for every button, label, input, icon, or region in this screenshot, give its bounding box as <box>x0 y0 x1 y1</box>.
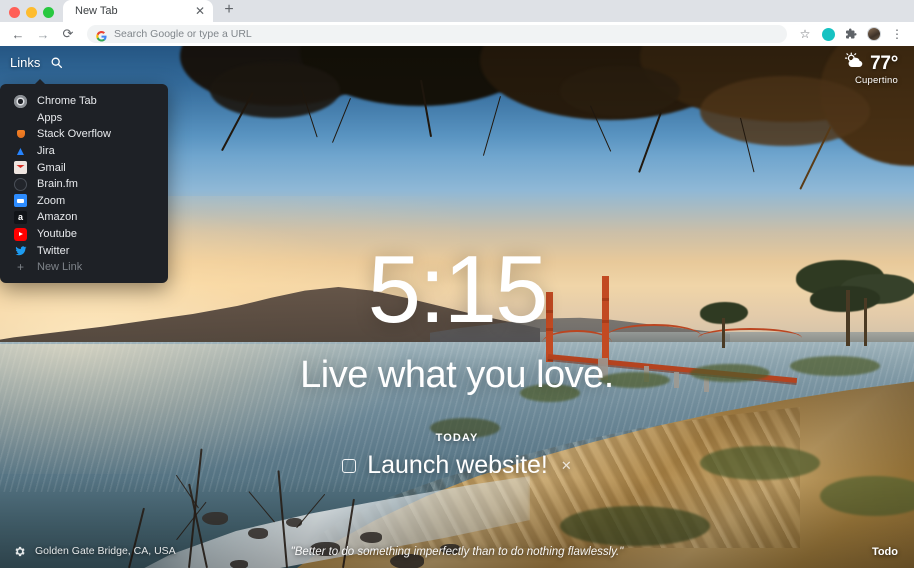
link-item-twitter[interactable]: Twitter <box>0 242 168 259</box>
profile-avatar[interactable] <box>864 24 884 44</box>
close-window-button[interactable] <box>9 7 20 18</box>
browser-tab[interactable]: New Tab ✕ <box>63 0 213 22</box>
extension-circle-icon[interactable] <box>818 24 838 44</box>
weather-temperature: 77° <box>870 53 898 74</box>
link-label: Zoom <box>37 194 66 207</box>
address-bar[interactable]: Search Google or type a URL <box>87 25 787 43</box>
link-item-chrome-tab[interactable]: Chrome Tab <box>0 93 168 110</box>
todo-task-text[interactable]: Launch website! <box>367 451 548 480</box>
weather-widget[interactable]: 77° Cupertino <box>843 52 898 86</box>
link-label: Youtube <box>37 228 77 241</box>
apps-grid-icon <box>14 111 27 124</box>
new-link-button[interactable]: + New Link <box>0 259 168 276</box>
photo-credit: Golden Gate Bridge, CA, USA <box>12 544 176 558</box>
link-item-jira[interactable]: ▲ Jira <box>0 143 168 160</box>
twitter-icon <box>14 244 27 257</box>
zoom-icon <box>14 194 27 208</box>
links-label[interactable]: Links <box>10 55 40 70</box>
link-label: Apps <box>37 111 63 124</box>
link-item-amazon[interactable]: a Amazon <box>0 209 168 226</box>
tab-strip: New Tab ✕ + <box>0 0 914 22</box>
maximize-window-button[interactable] <box>43 7 54 18</box>
link-item-apps[interactable]: Apps <box>0 110 168 127</box>
greeting-message[interactable]: Live what you love. <box>0 354 914 397</box>
minimize-window-button[interactable] <box>26 7 37 18</box>
checkbox-unchecked-icon[interactable] <box>342 458 357 473</box>
gmail-icon <box>14 161 27 175</box>
link-item-zoom[interactable]: Zoom <box>0 193 168 210</box>
chrome-icon <box>14 94 27 108</box>
back-arrow-icon[interactable]: ← <box>7 23 29 45</box>
link-label: Twitter <box>37 244 70 257</box>
new-tab-page: Links Chrome Tab Apps Stack Overflow ▲ J… <box>0 46 914 568</box>
link-label: Brain.fm <box>37 178 78 191</box>
gear-icon[interactable] <box>12 544 26 558</box>
link-item-gmail[interactable]: Gmail <box>0 159 168 176</box>
reload-icon[interactable]: ⟳ <box>57 23 79 45</box>
window-controls <box>0 7 63 22</box>
sun-behind-cloud-icon <box>843 52 865 76</box>
link-label: Jira <box>37 145 55 158</box>
todo-section: TODAY Launch website! ✕ <box>0 432 914 480</box>
youtube-icon <box>14 227 27 241</box>
close-icon[interactable]: ✕ <box>561 458 572 474</box>
link-label: Amazon <box>37 211 78 224</box>
todo-link[interactable]: Todo <box>872 546 898 558</box>
link-item-youtube[interactable]: Youtube <box>0 226 168 243</box>
links-bar: Links <box>10 55 63 70</box>
search-icon[interactable] <box>50 56 63 69</box>
three-dot-menu-icon[interactable]: ⋮ <box>887 24 907 44</box>
todo-item[interactable]: Launch website! ✕ <box>342 451 572 480</box>
link-item-brainfm[interactable]: Brain.fm <box>0 176 168 193</box>
browser-toolbar: ← → ⟳ Search Google or type a URL ☆ ⋮ <box>0 22 914 46</box>
address-bar-placeholder: Search Google or type a URL <box>114 28 252 40</box>
link-item-stack-overflow[interactable]: Stack Overflow <box>0 126 168 143</box>
tab-title: New Tab <box>75 5 118 17</box>
browser-window: New Tab ✕ + ← → ⟳ Search Google or type … <box>0 0 914 568</box>
new-link-label: New Link <box>37 261 83 274</box>
jira-icon: ▲ <box>14 144 27 159</box>
close-icon[interactable]: ✕ <box>193 4 207 18</box>
link-label: Chrome Tab <box>37 95 97 108</box>
plus-icon: + <box>16 260 24 275</box>
new-tab-button[interactable]: + <box>217 0 241 22</box>
brainfm-icon <box>14 177 27 191</box>
google-g-icon <box>96 29 107 42</box>
forward-arrow-icon[interactable]: → <box>32 23 54 45</box>
link-label: Gmail <box>37 161 66 174</box>
todo-heading: TODAY <box>435 432 479 444</box>
stack-overflow-icon <box>14 128 27 141</box>
star-icon[interactable]: ☆ <box>795 24 815 44</box>
links-dropdown-menu[interactable]: Chrome Tab Apps Stack Overflow ▲ Jira Gm… <box>0 79 168 283</box>
weather-city: Cupertino <box>855 75 898 86</box>
puzzle-piece-icon[interactable] <box>841 24 861 44</box>
photo-location: Golden Gate Bridge, CA, USA <box>35 545 176 557</box>
link-label: Stack Overflow <box>37 128 111 141</box>
amazon-icon: a <box>14 210 27 224</box>
